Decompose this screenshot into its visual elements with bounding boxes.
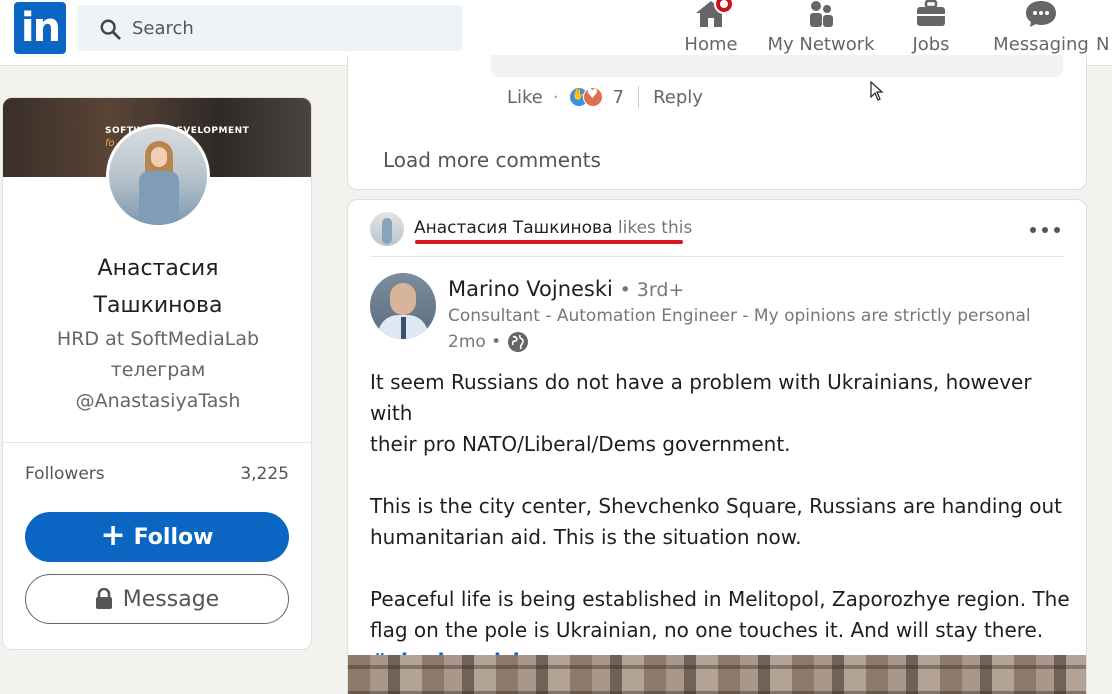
liker-action: likes this — [617, 218, 693, 238]
social-activity-header: Анастасия Ташкинова likes this — [414, 218, 692, 238]
previous-post-card: Like · 7 Reply Load more comments — [347, 55, 1087, 190]
author-name-line: Marino Vojneski • 3rd+ — [448, 277, 684, 301]
post-age: 2mo • — [448, 332, 502, 352]
divider — [3, 442, 311, 443]
comment-reply-button[interactable]: Reply — [653, 87, 703, 108]
annotation-underline — [415, 240, 683, 244]
plus-icon: + — [100, 517, 126, 553]
load-more-comments-button[interactable]: Load more comments — [383, 148, 601, 172]
search-placeholder: Search — [132, 18, 194, 39]
reactions-icon[interactable] — [568, 86, 607, 108]
liker-avatar[interactable] — [370, 212, 404, 246]
feed-post-card: Анастасия Ташкинова likes this Marino Vo… — [347, 199, 1087, 694]
love-reaction-icon — [582, 87, 603, 107]
author-headline: Consultant - Automation Engineer - My op… — [448, 306, 1031, 326]
post-paragraph: It seem Russians do not have a problem w… — [370, 367, 1070, 460]
comment-like-button[interactable]: Like — [507, 87, 543, 108]
nav-label-my-network: My Network — [767, 34, 875, 55]
linkedin-logo[interactable]: in — [14, 2, 66, 54]
briefcase-icon — [917, 0, 945, 26]
post-text: It seem Russians do not have a problem w… — [370, 367, 1070, 677]
nav-label-jobs: Jobs — [912, 34, 950, 55]
profile-name-first[interactable]: Анастасия — [3, 256, 311, 281]
reaction-count[interactable]: 7 — [613, 87, 624, 108]
profile-avatar[interactable] — [106, 124, 210, 228]
post-text-line: flag on the pole is Ukrainian, no one to… — [370, 618, 1044, 642]
search-icon — [100, 19, 121, 40]
author-name[interactable]: Marino Vojneski — [448, 277, 613, 301]
profile-card: SOFTWARE DEVELOPMENT fo Анастасия Ташкин… — [2, 97, 312, 650]
follow-button-label: Follow — [133, 524, 214, 550]
messaging-icon — [1026, 1, 1056, 27]
post-text-line: humanitarian aid. This is the situation … — [370, 525, 802, 549]
post-timestamp: 2mo • — [448, 331, 529, 353]
profile-headline: HRD at SoftMediaLab — [56, 328, 260, 350]
message-button[interactable]: Message — [25, 574, 289, 624]
profile-headline-line2: телеграм — [110, 359, 206, 381]
followers-count: 3,225 — [240, 464, 289, 484]
follow-button[interactable]: + Follow — [25, 512, 289, 562]
globe-icon — [508, 332, 529, 352]
post-image[interactable] — [348, 655, 1086, 694]
more-options-icon[interactable] — [1028, 218, 1062, 242]
mouse-cursor-icon — [870, 81, 884, 101]
notification-badge — [714, 0, 734, 14]
post-text-line: Peaceful life is being established in Me… — [370, 587, 1070, 611]
connection-degree: • 3rd+ — [619, 279, 685, 301]
post-text-line: their pro NATO/Liberal/Dems government. — [370, 432, 791, 456]
author-avatar[interactable] — [370, 273, 436, 339]
liker-name[interactable]: Анастасия Ташкинова — [414, 218, 612, 238]
nav-item-notifications[interactable]: N — [1096, 0, 1112, 66]
lock-icon — [95, 588, 112, 609]
followers-label: Followers — [25, 464, 105, 484]
post-text-line: It seem Russians do not have a problem w… — [370, 370, 1032, 425]
divider — [370, 256, 1064, 257]
profile-headline-line3: @AnastasiyaTash — [75, 390, 241, 412]
divider — [638, 86, 640, 108]
message-button-label: Message — [122, 586, 220, 612]
separator-dot: · — [552, 86, 559, 108]
nav-label-home: Home — [684, 34, 738, 55]
comment-bubble — [491, 55, 1063, 77]
network-icon — [810, 1, 833, 27]
nav-label-messaging: Messaging — [993, 34, 1089, 55]
profile-name-last[interactable]: Ташкинова — [3, 293, 311, 318]
post-text-line: This is the city center, Shevchenko Squa… — [370, 494, 1062, 518]
search-input[interactable]: Search — [77, 5, 462, 51]
comment-actions: Like · 7 Reply — [507, 85, 703, 109]
nav-label-notifications: N — [1096, 34, 1110, 55]
post-paragraph: This is the city center, Shevchenko Squa… — [370, 491, 1070, 553]
